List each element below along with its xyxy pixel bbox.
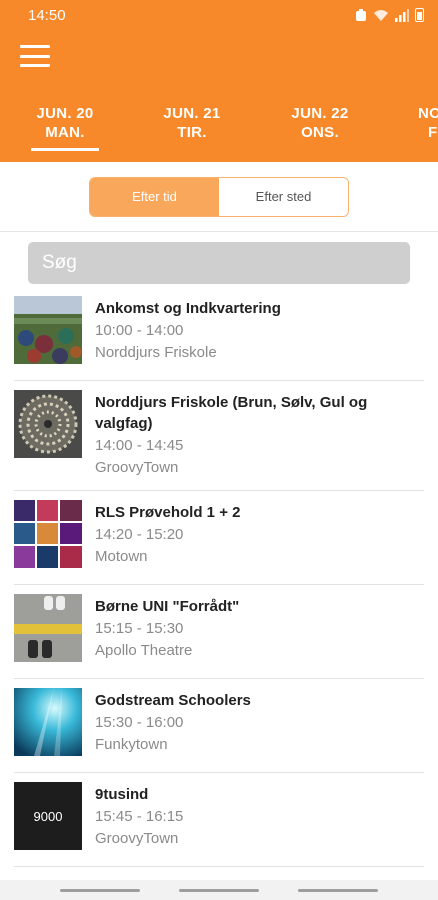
event-item[interactable]: RLS Prøvehold 1 + 2 14:20 - 15:20 Motown — [14, 491, 424, 585]
status-bar: 14:50 — [0, 0, 438, 30]
event-info: Godstream Schoolers 15:30 - 16:00 Funkyt… — [95, 688, 424, 772]
event-info: Ankomst og Indkvartering 10:00 - 14:00 N… — [95, 296, 424, 380]
status-icons — [355, 8, 424, 22]
app-header: JUN. 20 MAN. JUN. 21 TIR. JUN. 22 ONS. N… — [0, 30, 438, 162]
blue-lights-photo — [14, 688, 82, 756]
nav-handle[interactable] — [178, 888, 259, 892]
sort-by-place-button[interactable]: Efter sted — [219, 177, 348, 216]
tab-day: TIR. — [177, 124, 207, 141]
crowd-tents-photo — [14, 296, 82, 364]
event-thumbnail — [14, 390, 82, 458]
nav-handle[interactable] — [298, 888, 379, 892]
event-time: 15:30 - 16:00 — [95, 714, 184, 731]
thumbnail-logo-text: 9000 — [33, 808, 63, 824]
event-venue: Funkytown — [95, 736, 168, 753]
event-item[interactable]: Børne UNI "Forrådt" 15:15 - 15:30 Apollo… — [14, 585, 424, 679]
wifi-icon — [374, 9, 388, 21]
event-thumbnail — [14, 688, 82, 756]
event-thumbnail — [14, 296, 82, 364]
event-time: 10:00 - 14:00 — [95, 322, 184, 339]
event-venue: Apollo Theatre — [95, 642, 193, 659]
tab-date: NO — [418, 105, 438, 122]
event-title: Ankomst og Indkvartering — [95, 300, 281, 317]
signal-icon — [395, 8, 409, 22]
sort-by-time-button[interactable]: Efter tid — [90, 177, 219, 216]
tab-jun-21[interactable]: JUN. 21 TIR. — [147, 104, 237, 142]
event-info: 9tusind 15:45 - 16:15 GroovyTown — [95, 782, 424, 866]
event-title: Børne UNI "Forrådt" — [95, 598, 240, 615]
alarm-icon — [356, 9, 366, 21]
event-time: 15:45 - 16:15 — [95, 808, 184, 825]
shoes-on-line-photo — [14, 594, 82, 662]
event-item[interactable]: Godstream Schoolers 15:30 - 16:00 Funkyt… — [14, 679, 424, 773]
nav-handle[interactable] — [59, 888, 140, 892]
event-venue: Norddjurs Friskole — [95, 344, 217, 361]
system-nav-bar — [0, 880, 438, 900]
event-title: 9tusind — [95, 786, 149, 803]
search-placeholder: Søg — [42, 252, 77, 273]
tab-next-partial[interactable]: NO F — [400, 104, 438, 142]
event-thumbnail — [14, 594, 82, 662]
photo-collage — [14, 500, 82, 568]
event-title: Norddjurs Friskole (Brun, Sølv, Gul og v… — [95, 394, 368, 432]
spiral-art-photo — [14, 390, 82, 458]
event-info: Børne UNI "Forrådt" 15:15 - 15:30 Apollo… — [95, 594, 424, 678]
event-time: 14:00 - 14:45 — [95, 437, 184, 454]
tab-day: MAN. — [45, 124, 85, 141]
event-thumbnail: 9000 — [14, 782, 82, 850]
event-list: Ankomst og Indkvartering 10:00 - 14:00 N… — [0, 287, 438, 867]
tab-day: F — [428, 124, 438, 141]
event-venue: Motown — [95, 548, 148, 565]
tab-jun-22[interactable]: JUN. 22 ONS. — [275, 104, 365, 142]
event-venue: GroovyTown — [95, 459, 179, 476]
status-time: 14:50 — [28, 6, 66, 24]
event-item[interactable]: Norddjurs Friskole (Brun, Sølv, Gul og v… — [14, 381, 424, 491]
battery-icon — [415, 8, 424, 22]
search-wrap: Søg — [0, 232, 438, 287]
hamburger-menu-icon[interactable] — [20, 45, 50, 67]
tab-jun-20[interactable]: JUN. 20 MAN. — [20, 104, 110, 151]
tab-date: JUN. 21 — [163, 105, 221, 122]
event-time: 15:15 - 15:30 — [95, 620, 184, 637]
tab-date: JUN. 22 — [291, 105, 349, 122]
tab-date: JUN. 20 — [36, 105, 94, 122]
search-input[interactable]: Søg — [28, 242, 410, 284]
event-title: RLS Prøvehold 1 + 2 — [95, 504, 241, 521]
event-time: 14:20 - 15:20 — [95, 526, 184, 543]
event-info: RLS Prøvehold 1 + 2 14:20 - 15:20 Motown — [95, 500, 424, 584]
event-item[interactable]: 9000 9tusind 15:45 - 16:15 GroovyTown — [14, 773, 424, 867]
event-info: Norddjurs Friskole (Brun, Sølv, Gul og v… — [95, 390, 424, 490]
sort-segment-control: Efter tid Efter sted — [89, 176, 349, 217]
date-tabs: JUN. 20 MAN. JUN. 21 TIR. JUN. 22 ONS. N… — [0, 104, 438, 162]
sort-segment-container: Efter tid Efter sted — [0, 162, 438, 232]
event-venue: GroovyTown — [95, 830, 179, 847]
event-thumbnail — [14, 500, 82, 568]
event-title: Godstream Schoolers — [95, 692, 251, 709]
tab-day: ONS. — [301, 124, 339, 141]
active-tab-indicator — [31, 148, 99, 151]
event-item[interactable]: Ankomst og Indkvartering 10:00 - 14:00 N… — [14, 287, 424, 381]
